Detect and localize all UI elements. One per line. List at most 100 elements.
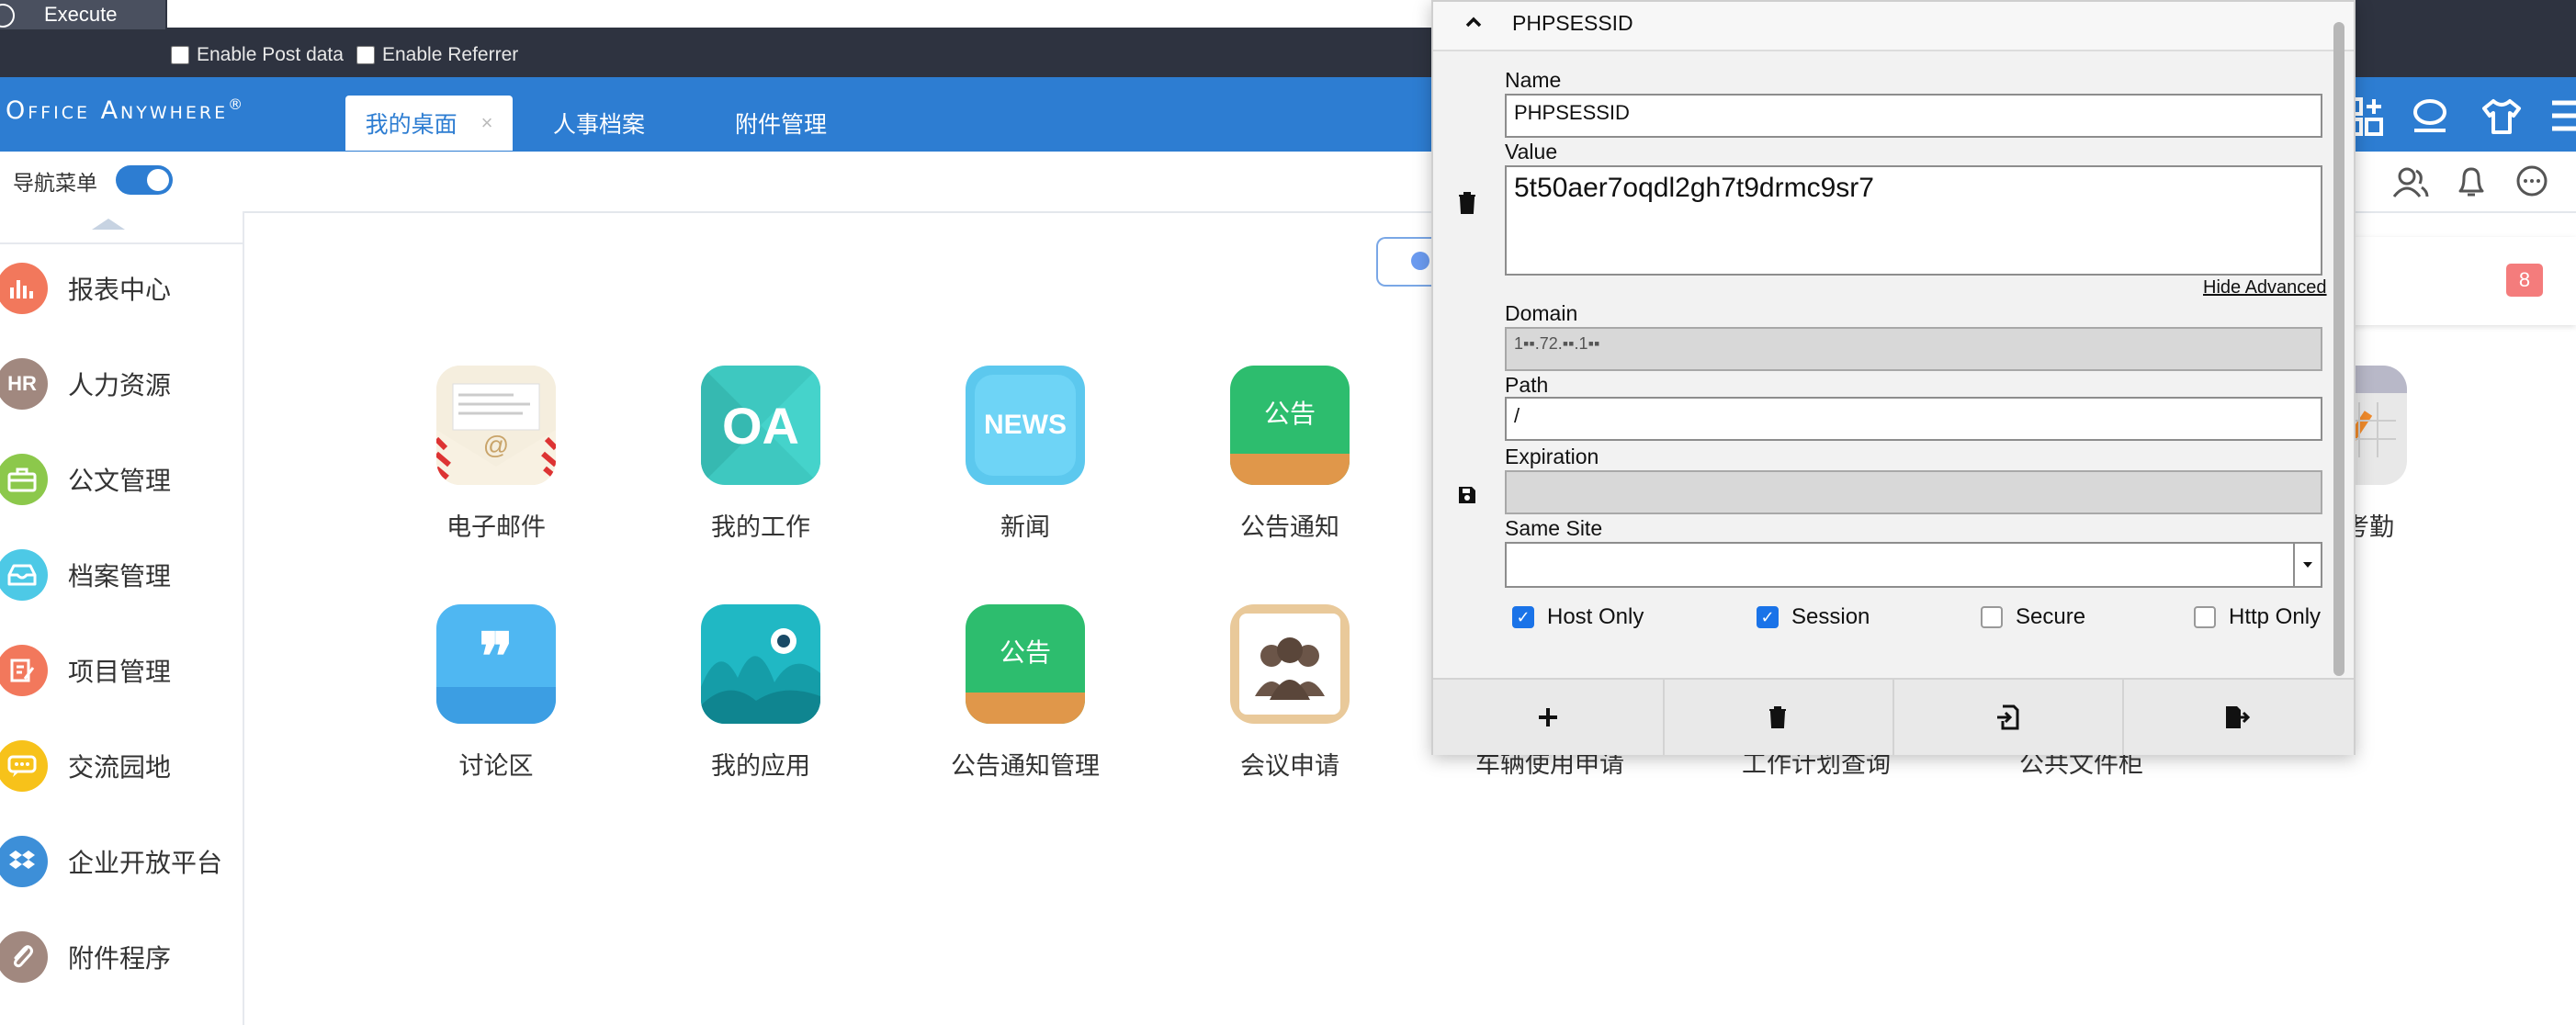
name-label: Name [1505, 68, 1562, 92]
notice-icon: 公告 [1230, 366, 1350, 485]
app-email[interactable]: @ 电子邮件 [390, 366, 602, 549]
enable-referrer-label: Enable Referrer [382, 44, 519, 65]
name-input[interactable]: PHPSESSID [1505, 94, 2322, 138]
trash-icon [1769, 706, 1786, 728]
value-label: Value [1505, 140, 1558, 163]
popup-scrollbar[interactable] [2333, 22, 2344, 676]
check-icon: ✓ [1757, 606, 1779, 628]
sidebar-item-label: 项目管理 [68, 658, 172, 686]
expiration-input[interactable] [1505, 470, 2322, 514]
add-cookie-button[interactable] [1433, 680, 1665, 755]
sidebar-item-hr[interactable]: HR 人力资源 [0, 336, 243, 432]
path-input[interactable]: / [1505, 397, 2322, 441]
app-meeting[interactable]: 会议申请 [1184, 604, 1395, 788]
session-label: Session [1791, 604, 1870, 629]
enable-post-box[interactable] [171, 46, 189, 64]
logo-mark: ® [228, 96, 246, 113]
secure-checkbox[interactable]: Secure [1981, 604, 2085, 630]
enable-referrer-checkbox[interactable]: Enable Referrer [356, 42, 518, 68]
app-my-work[interactable]: OA 我的工作 [655, 366, 866, 549]
close-icon[interactable]: × [481, 111, 493, 135]
host-only-checkbox[interactable]: ✓ Host Only [1512, 604, 1644, 630]
scroll-up-icon[interactable] [92, 219, 125, 230]
hide-advanced-link[interactable]: Hide Advanced [2203, 277, 2327, 298]
app-logo: Office Anywhere® [6, 96, 245, 125]
execute-button[interactable]: Execute [0, 0, 165, 29]
hr-icon: HR [0, 358, 48, 410]
contacts-icon[interactable] [2392, 163, 2429, 200]
domain-input[interactable]: 1▪▪.72.▪▪.1▪▪ [1505, 327, 2322, 371]
same-site-select[interactable] [1505, 542, 2322, 588]
notice-manage-glyph: 公告 [999, 638, 1051, 667]
oa-icon: OA [701, 366, 820, 485]
tab-my-desktop[interactable]: 我的桌面 × [345, 96, 513, 151]
tab-attachments[interactable]: 附件管理 [715, 96, 847, 151]
sidebar-item-label: 档案管理 [68, 562, 172, 591]
email-icon: @ [436, 366, 556, 485]
sidebar-item-archives[interactable]: 档案管理 [0, 527, 243, 623]
toggle-knob [1411, 252, 1429, 270]
value-textarea[interactable]: 5t50aer7oqdl2gh7t9drmc9sr7 [1505, 165, 2322, 276]
http-only-checkbox[interactable]: Http Only [2194, 604, 2321, 630]
attendance-icon[interactable] [2350, 366, 2407, 485]
dropbox-icon [0, 836, 48, 887]
enable-post-checkbox[interactable]: Enable Post data [171, 42, 344, 68]
app-label: 公告通知管理 [951, 752, 1100, 780]
http-only-label: Http Only [2229, 604, 2322, 629]
message-icon[interactable] [2514, 163, 2550, 200]
dropdown-caret-icon[interactable] [2293, 544, 2321, 586]
save-cookie-icon[interactable] [1457, 485, 1477, 505]
nav-menu-toggle[interactable] [116, 165, 173, 195]
check-icon: ✓ [1512, 606, 1534, 628]
tab-label: 我的桌面 [365, 112, 458, 138]
chevron-up-icon[interactable] [1464, 15, 1483, 29]
app-my-apps[interactable]: 我的应用 [655, 604, 866, 788]
sidebar-item-attachment-programs[interactable]: 附件程序 [0, 909, 243, 1005]
cookie-header[interactable]: PHPSESSID [1433, 2, 2354, 51]
chart-icon [0, 263, 48, 314]
delete-cookie-icon[interactable] [1457, 191, 1477, 215]
enable-post-label: Enable Post data [197, 44, 344, 65]
url-input[interactable] [167, 0, 1435, 28]
app-label: 新闻 [1000, 513, 1050, 541]
svg-text:@: @ [483, 431, 509, 459]
sidebar-item-forum[interactable]: 交流园地 [0, 718, 243, 814]
domain-label: Domain [1505, 301, 1578, 325]
bell-icon[interactable] [2453, 163, 2490, 200]
sidebar-item-label: 报表中心 [68, 276, 172, 304]
plus-icon [1539, 708, 1557, 727]
cookie-name-header: PHPSESSID [1512, 11, 1633, 35]
checkbox-box [2194, 606, 2216, 628]
path-label: Path [1505, 373, 1549, 397]
same-site-label: Same Site [1505, 516, 1603, 540]
logo-text: Office Anywhere [6, 96, 229, 125]
app-notice-manage[interactable]: 公告 公告通知管理 [920, 604, 1131, 788]
cookie-editor-footer [1433, 678, 2354, 755]
sidebar-item-open-platform[interactable]: 企业开放平台 [0, 814, 243, 909]
notice-glyph: 公告 [1263, 400, 1316, 428]
menu-icon[interactable] [2548, 96, 2576, 138]
user-icon[interactable] [2409, 96, 2451, 138]
sidebar-item-label: 公文管理 [68, 467, 172, 495]
delete-all-button[interactable] [1663, 680, 1894, 755]
tab-personnel-files[interactable]: 人事档案 [533, 96, 665, 151]
cookie-editor-popup: PHPSESSID Name PHPSESSID Value 5t50aer7o… [1431, 0, 2356, 755]
import-button[interactable] [1892, 680, 2124, 755]
export-button[interactable] [2122, 680, 2352, 755]
radio-icon [0, 4, 15, 28]
app-notice[interactable]: 公告 公告通知 [1184, 366, 1395, 549]
app-news[interactable]: NEWS 新闻 [920, 366, 1131, 549]
sidebar-item-projects[interactable]: 项目管理 [0, 623, 243, 718]
app-label: 会议申请 [1240, 752, 1339, 780]
meeting-icon [1230, 604, 1350, 724]
app-label: 我的应用 [711, 752, 810, 780]
sidebar-item-documents[interactable]: 公文管理 [0, 432, 243, 527]
sidebar: 报表中心 HR 人力资源 公文管理 档案管理 项目管理 交流园地 企业开放平台 [0, 211, 244, 1025]
app-forum[interactable]: ❞ 讨论区 [390, 604, 602, 788]
sidebar-item-reports[interactable]: 报表中心 [0, 241, 243, 336]
theme-shirt-icon[interactable] [2480, 96, 2523, 138]
import-icon [1997, 704, 2019, 730]
notification-count-badge[interactable]: 8 [2506, 264, 2543, 297]
session-checkbox[interactable]: ✓ Session [1757, 604, 1870, 630]
enable-referrer-box[interactable] [356, 46, 375, 64]
